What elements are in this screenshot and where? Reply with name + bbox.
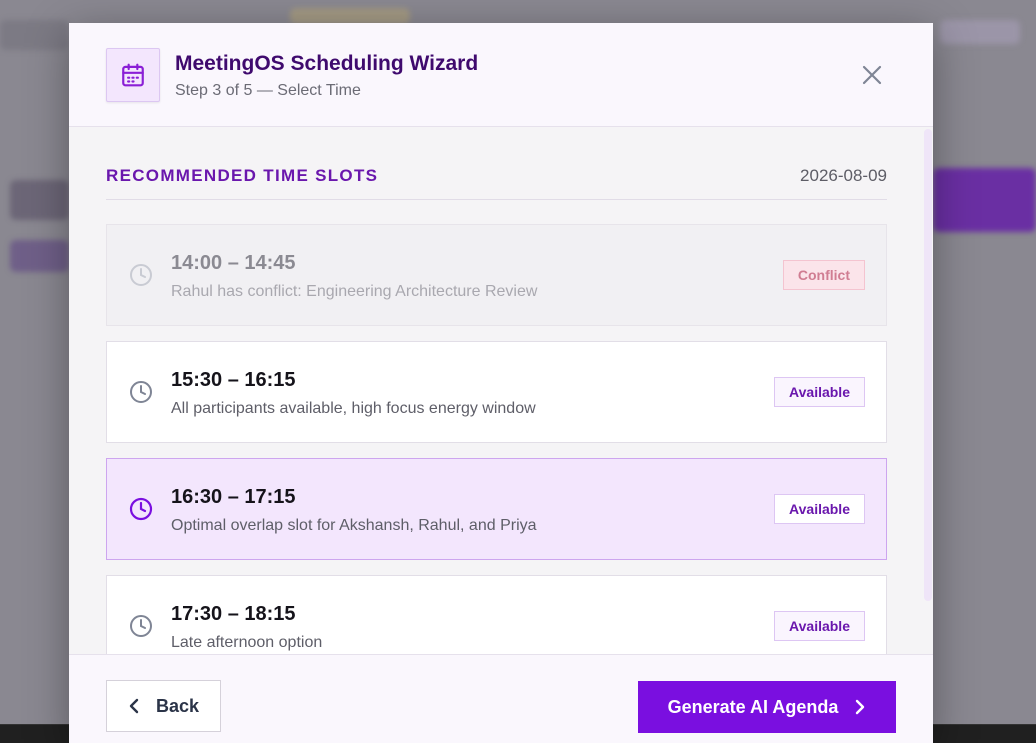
background-blur-shape [10, 180, 69, 220]
clock-icon [130, 381, 152, 403]
scrollbar[interactable] [924, 129, 932, 601]
slot-description: Optimal overlap slot for Akshansh, Rahul… [171, 517, 537, 534]
available-badge: Available [774, 377, 865, 407]
slot-description: Late afternoon option [171, 634, 323, 651]
slot-time: 16:30 – 17:15 [171, 486, 296, 508]
selected-date: 2026-08-09 [800, 166, 887, 185]
slot-time: 14:00 – 14:45 [171, 252, 296, 274]
step-indicator: Step 3 of 5 — Select Time [175, 82, 361, 99]
time-slot-card[interactable]: 14:00 – 14:45 Rahul has conflict: Engine… [106, 224, 887, 326]
close-button[interactable] [857, 60, 887, 90]
available-badge: Available [774, 611, 865, 641]
chevron-left-icon [129, 698, 139, 714]
back-button-label: Back [155, 695, 200, 716]
modal-title: MeetingOS Scheduling Wizard [175, 52, 479, 75]
modal-footer: Back Generate AI Agenda [69, 654, 933, 743]
calendar-icon [122, 63, 144, 87]
background-blur-shape [290, 8, 410, 24]
available-badge: Available [774, 494, 865, 524]
slot-time: 17:30 – 18:15 [171, 603, 296, 625]
section-divider [106, 199, 887, 200]
calendar-icon-box [106, 48, 160, 102]
conflict-badge: Conflict [782, 260, 865, 290]
generate-agenda-label: Generate AI Agenda [667, 696, 839, 717]
background-blur-shape [940, 20, 1020, 44]
scheduling-wizard-modal: MeetingOS Scheduling Wizard Step 3 of 5 … [69, 23, 933, 743]
slot-description: Rahul has conflict: Engineering Architec… [171, 283, 538, 300]
clock-icon [130, 615, 152, 637]
background-blur-shape [0, 20, 69, 50]
clock-icon [129, 497, 153, 521]
chevron-right-icon [856, 699, 865, 715]
clock-icon [130, 264, 152, 286]
time-slot-card[interactable]: 15:30 – 16:15 All participants available… [106, 341, 887, 443]
close-icon [862, 65, 882, 85]
slot-description: All participants available, high focus e… [171, 400, 536, 417]
time-slot-card-selected[interactable]: 16:30 – 17:15 Optimal overlap slot for A… [106, 458, 887, 560]
generate-agenda-button[interactable]: Generate AI Agenda [638, 681, 896, 733]
slot-time: 15:30 – 16:15 [171, 369, 296, 391]
back-button[interactable]: Back [106, 680, 221, 732]
section-heading: RECOMMENDED TIME SLOTS [106, 166, 379, 185]
modal-header: MeetingOS Scheduling Wizard Step 3 of 5 … [69, 23, 933, 127]
background-blur-shape [933, 168, 1036, 232]
background-blur-shape [10, 240, 69, 272]
